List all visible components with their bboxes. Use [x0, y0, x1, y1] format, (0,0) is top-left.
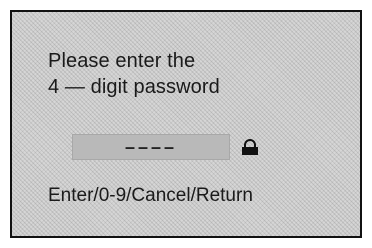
lock-icon — [240, 138, 260, 156]
key-hint: Enter/0-9/Cancel/Return — [48, 185, 253, 206]
password-placeholder: –––– — [124, 136, 178, 157]
password-field[interactable]: –––– — [72, 134, 230, 160]
password-dialog: Please enter the 4 — digit password ––––… — [10, 10, 362, 238]
password-prompt: Please enter the 4 — digit password — [48, 48, 220, 100]
password-row: –––– — [72, 134, 260, 160]
prompt-line-2: 4 — digit password — [48, 76, 220, 98]
prompt-line-1: Please enter the — [48, 50, 196, 72]
